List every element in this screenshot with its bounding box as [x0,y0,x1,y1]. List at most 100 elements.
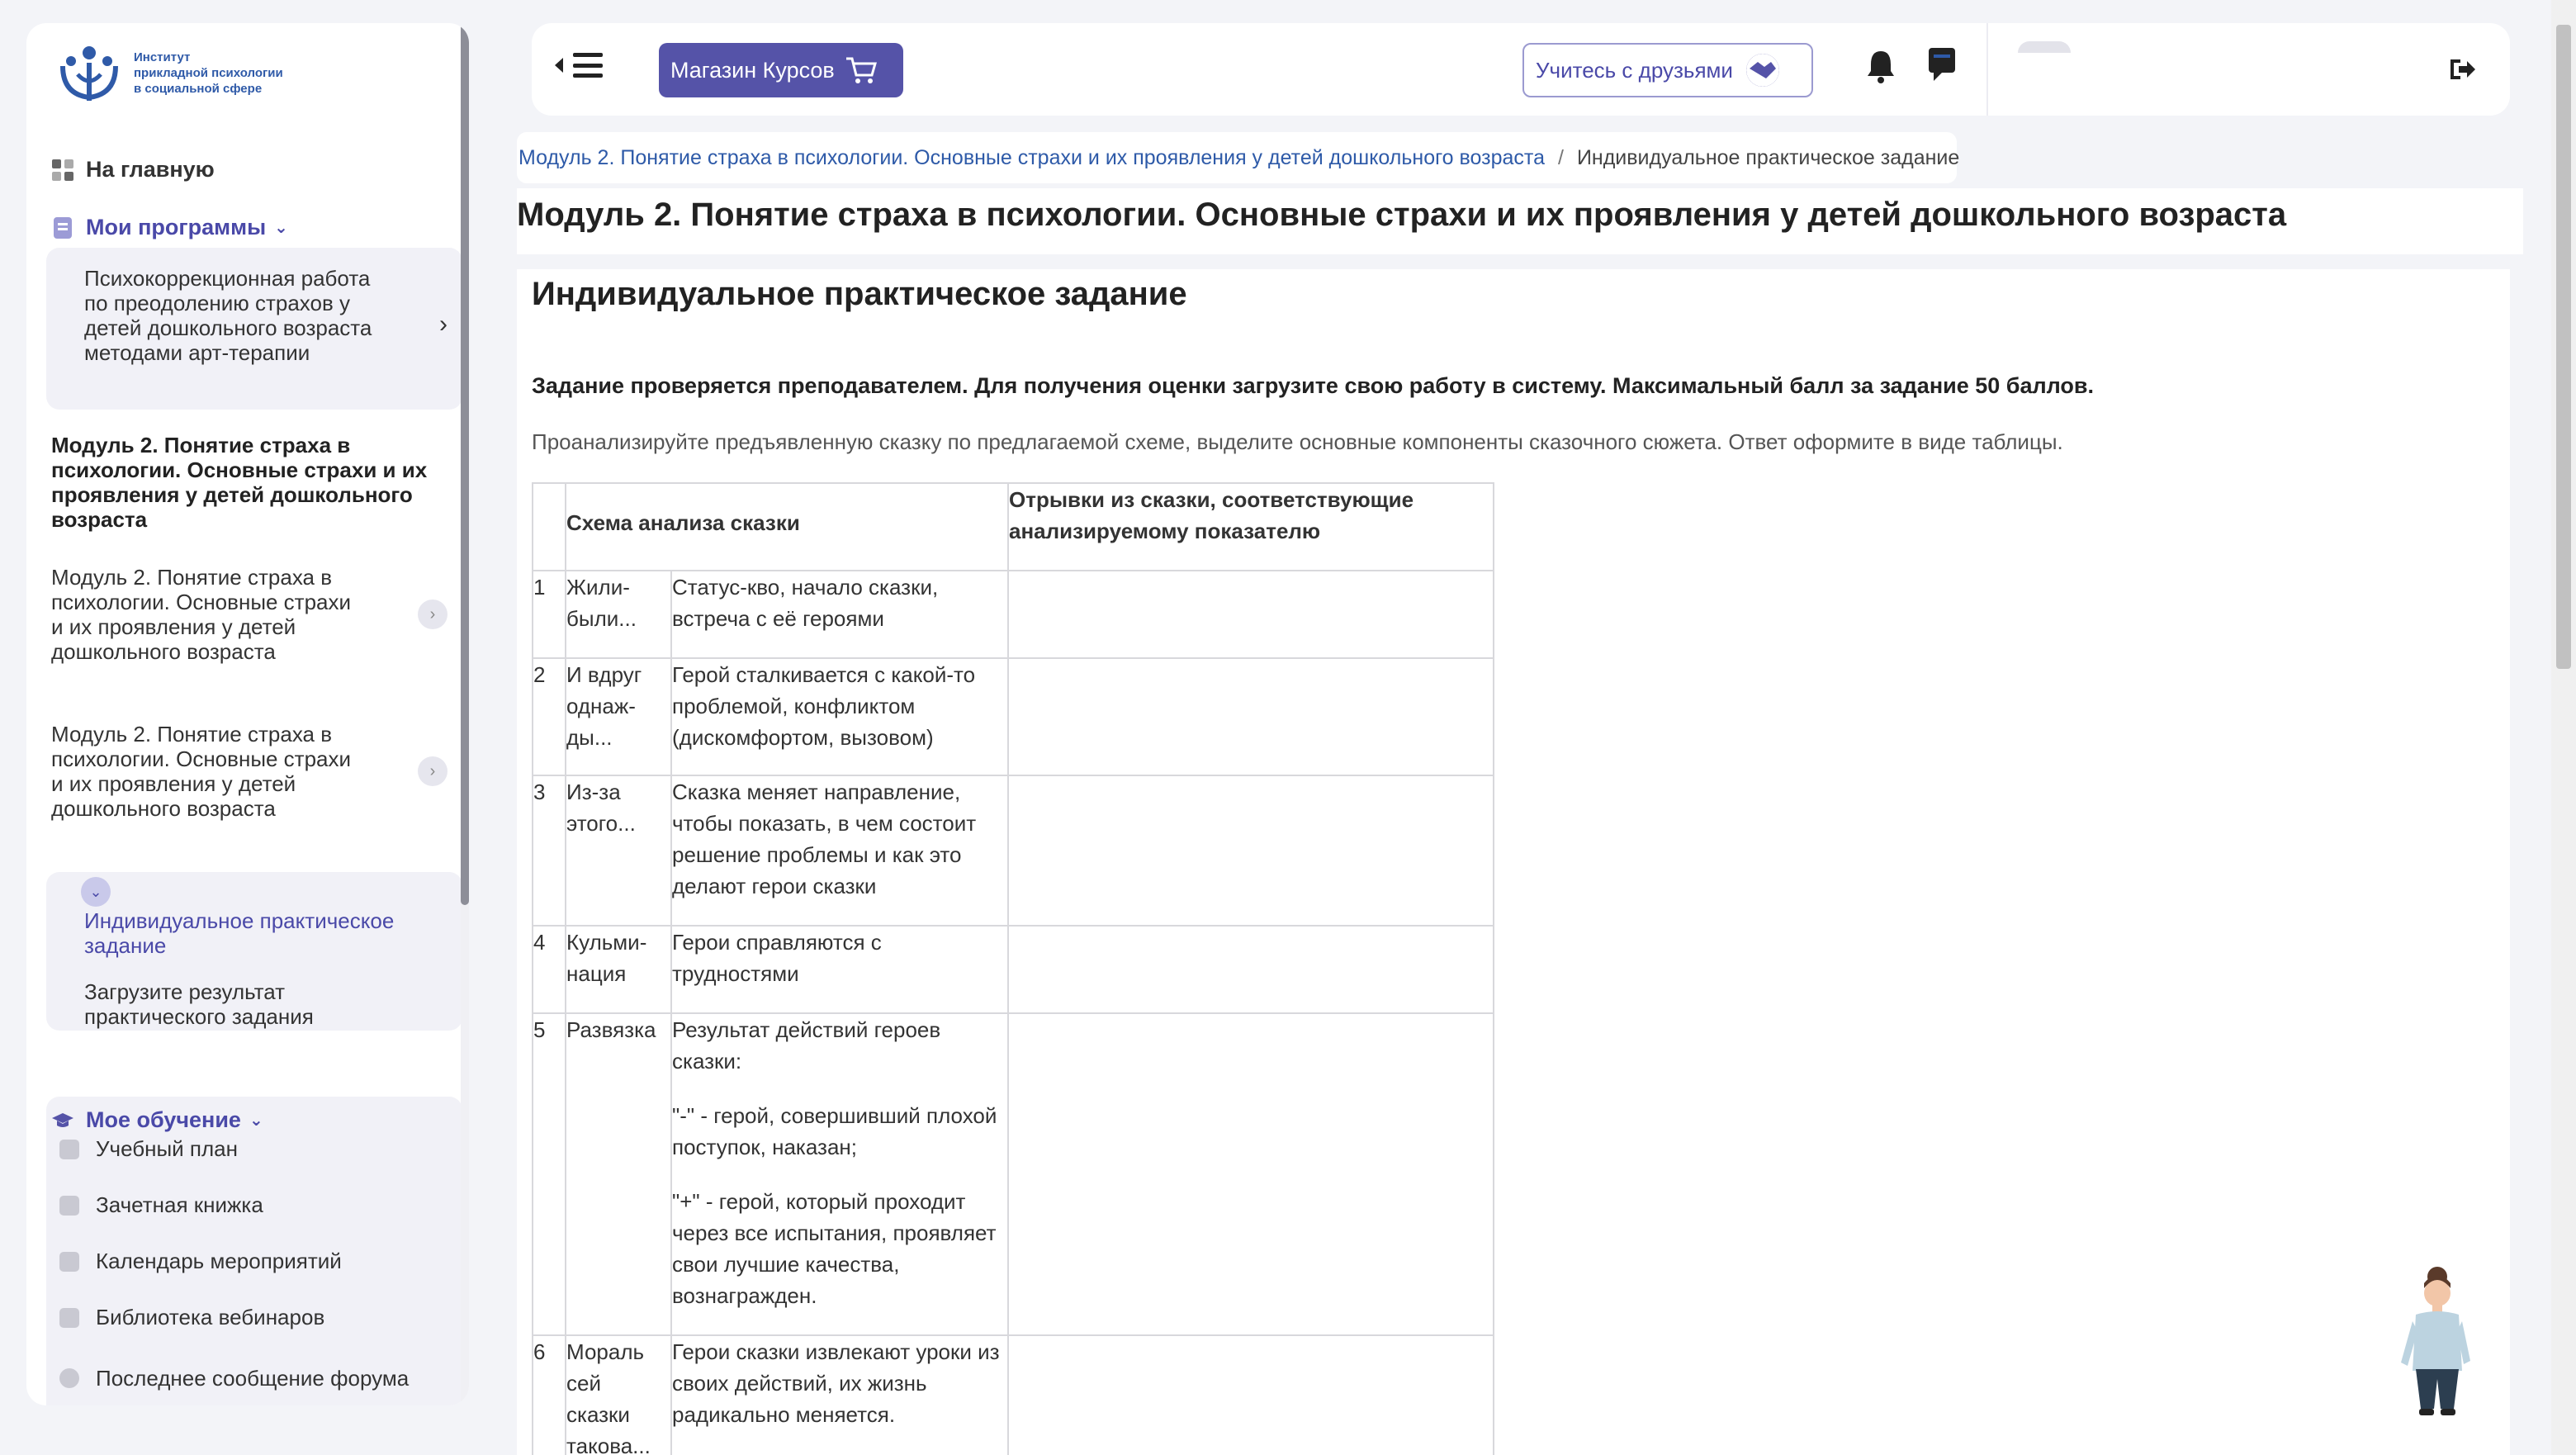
page-title-bar: Модуль 2. Понятие страха в психологии. О… [517,188,2523,254]
sidebar: Институт прикладной психологии в социаль… [26,23,469,1405]
learning-item-label: Учебный план [96,1136,238,1161]
table-row: 2 И вдруг однаж-ды... Герой сталкивается… [532,657,1494,776]
logo-icon [60,46,118,101]
desc-paragraph: Герои справляются с трудностями [672,930,882,986]
topbar-divider [1986,23,1988,116]
table-cell-desc: Сказка меняет направление, чтобы показат… [670,775,1009,927]
learning-item-label: Последнее сообщение форума [96,1366,410,1391]
desc-paragraph: Сказка меняет направление, чтобы показат… [672,780,977,898]
calendar-icon [59,1251,79,1272]
page-scrollbar-thumb[interactable] [2556,25,2571,669]
table-row: 6 Мораль сей сказки такова... Герои сказ… [532,1334,1494,1455]
nav-my-learning-label: Мое обучение [86,1107,241,1132]
course-shop-label: Магазин Курсов [670,57,835,83]
learning-item-label: Зачетная книжка [96,1192,263,1217]
logo-line: прикладной психологии [134,65,283,80]
table-cell-stage: Жили-были... [565,570,672,659]
table-cell-desc: Герои справляются с трудностями [670,925,1009,1014]
table-cell-excerpt [1007,657,1494,776]
table-cell-stage: Из-за этого... [565,775,672,927]
breadcrumb-separator: / [1557,145,1564,169]
task-description: Проанализируйте предъявленную сказку по … [532,429,2063,454]
assistant-avatar-icon[interactable] [2394,1263,2474,1417]
logo-line: в социальной сфере [134,81,263,96]
topbar: Магазин Курсов Учитесь с друзьями [532,23,2510,116]
table-cell-excerpt [1007,925,1494,1014]
sidebar-scrollbar[interactable] [461,23,469,1405]
table-header-excerpts: Отрывки из сказки, соответствующие анали… [1007,482,1494,571]
avatar[interactable] [2018,41,2071,53]
table-cell-desc: Герой сталкивается с какой-то проблемой,… [670,657,1009,776]
module-item[interactable]: Модуль 2. Понятие страха в психологии. О… [51,565,447,664]
chevron-right-icon: › [439,310,447,338]
document-icon [54,216,72,239]
table-cell-desc: Результат действий героев сказки: "-" - … [670,1012,1009,1336]
table-cell-desc: Статус-кво, начало сказки, встреча с её … [670,570,1009,659]
gradebook-icon [59,1195,79,1216]
breadcrumb-module-link[interactable]: Модуль 2. Понятие страха в психологии. О… [519,146,1545,170]
desc-paragraph: "+" - герой, который проходит через все … [672,1189,997,1308]
nav-home[interactable]: На главную [51,157,215,182]
table-cell-num: 3 [532,775,566,927]
table-cell-desc: Герои сказки извлекают уроки из своих де… [670,1334,1009,1455]
table-cell-excerpt [1007,1334,1494,1455]
table-header-row: Схема анализа сказки Отрывки из сказки, … [532,482,1494,571]
table-cell-num: 1 [532,570,566,659]
program-card[interactable]: Психокоррекционная работа по преодолению… [46,248,462,410]
study-with-friends-button[interactable]: Учитесь с друзьями [1522,43,1813,97]
sidebar-scrollbar-thumb[interactable] [461,23,469,905]
chevron-down-icon[interactable]: ⌄ [81,877,111,907]
course-shop-button[interactable]: Магазин Курсов [659,43,903,97]
subitem-practical-task[interactable]: Индивидуальное практическое задание [84,908,414,958]
table-cell-stage: Развязка [565,1012,672,1336]
collapse-arrow-icon [555,58,563,73]
table-cell-num: 6 [532,1334,566,1455]
subitem-upload-result[interactable]: Загрузите результат практического задани… [84,979,414,1029]
nav-my-programs[interactable]: Мои программы ⌄ [51,215,288,240]
desc-paragraph: "-" - герой, совершивший плохой поступок… [672,1103,997,1159]
desc-paragraph: Герои сказки извлекают уроки из своих де… [672,1339,1000,1427]
messages-icon[interactable] [1927,46,1957,83]
menu-toggle-button[interactable] [555,53,603,78]
notification-bell-icon[interactable] [1866,48,1896,84]
chevron-down-icon: ⌄ [274,219,288,237]
module-item-label: Модуль 2. Понятие страха в психологии. О… [51,565,352,664]
learning-item-gradebook[interactable]: Зачетная книжка [59,1192,263,1218]
logo-line: Институт [134,50,191,64]
module-item[interactable]: Модуль 2. Понятие страха в психологии. О… [51,722,447,821]
module-item-label: Модуль 2. Понятие страха в психологии. О… [51,722,352,821]
logout-icon[interactable] [2447,56,2477,83]
learning-item-calendar[interactable]: Календарь мероприятий [59,1249,342,1274]
fairy-tale-analysis-table: Схема анализа сказки Отрывки из сказки, … [532,482,1494,1455]
table-cell-excerpt [1007,1012,1494,1336]
graduation-cap-icon [52,1112,73,1127]
table-row: 1 Жили-были... Статус-кво, начало сказки… [532,570,1494,659]
nav-home-label: На главную [86,157,215,182]
learning-item-forum[interactable]: Последнее сообщение форума [59,1361,423,1396]
hamburger-icon [573,53,603,78]
plan-icon [59,1139,79,1159]
nav-my-learning[interactable]: Мое обучение ⌄ [51,1107,263,1133]
chevron-right-icon[interactable]: › [418,600,447,629]
logo[interactable]: Институт прикладной психологии в социаль… [54,41,315,104]
learning-item-plan[interactable]: Учебный план [59,1136,238,1162]
chevron-right-icon[interactable]: › [418,756,447,786]
table-cell-num: 4 [532,925,566,1014]
logo-text: Институт прикладной психологии в социаль… [134,50,315,97]
learning-item-label: Календарь мероприятий [96,1249,342,1273]
table-cell-num: 5 [532,1012,566,1336]
chat-bubbles-icon [59,1368,79,1388]
table-row: 5 Развязка Результат действий героев ска… [532,1012,1494,1336]
desc-paragraph: Статус-кво, начало сказки, встреча с её … [672,575,939,631]
learning-item-label: Библиотека вебинаров [96,1305,325,1329]
nav-my-programs-label: Мои программы [86,215,267,239]
study-with-friends-label: Учитесь с друзьями [1536,57,1733,83]
breadcrumb-current: Индивидуальное практическое задание [1576,145,1960,169]
page-title: Модуль 2. Понятие страха в психологии. О… [517,197,2287,233]
table-cell-stage: И вдруг однаж-ды... [565,657,672,776]
table-header-cell [532,482,566,571]
task-content: Индивидуальное практическое задание Зада… [517,269,2510,1455]
learning-item-webinars[interactable]: Библиотека вебинаров [59,1305,324,1330]
page-scrollbar[interactable] [2551,0,2576,1455]
table-cell-excerpt [1007,775,1494,927]
